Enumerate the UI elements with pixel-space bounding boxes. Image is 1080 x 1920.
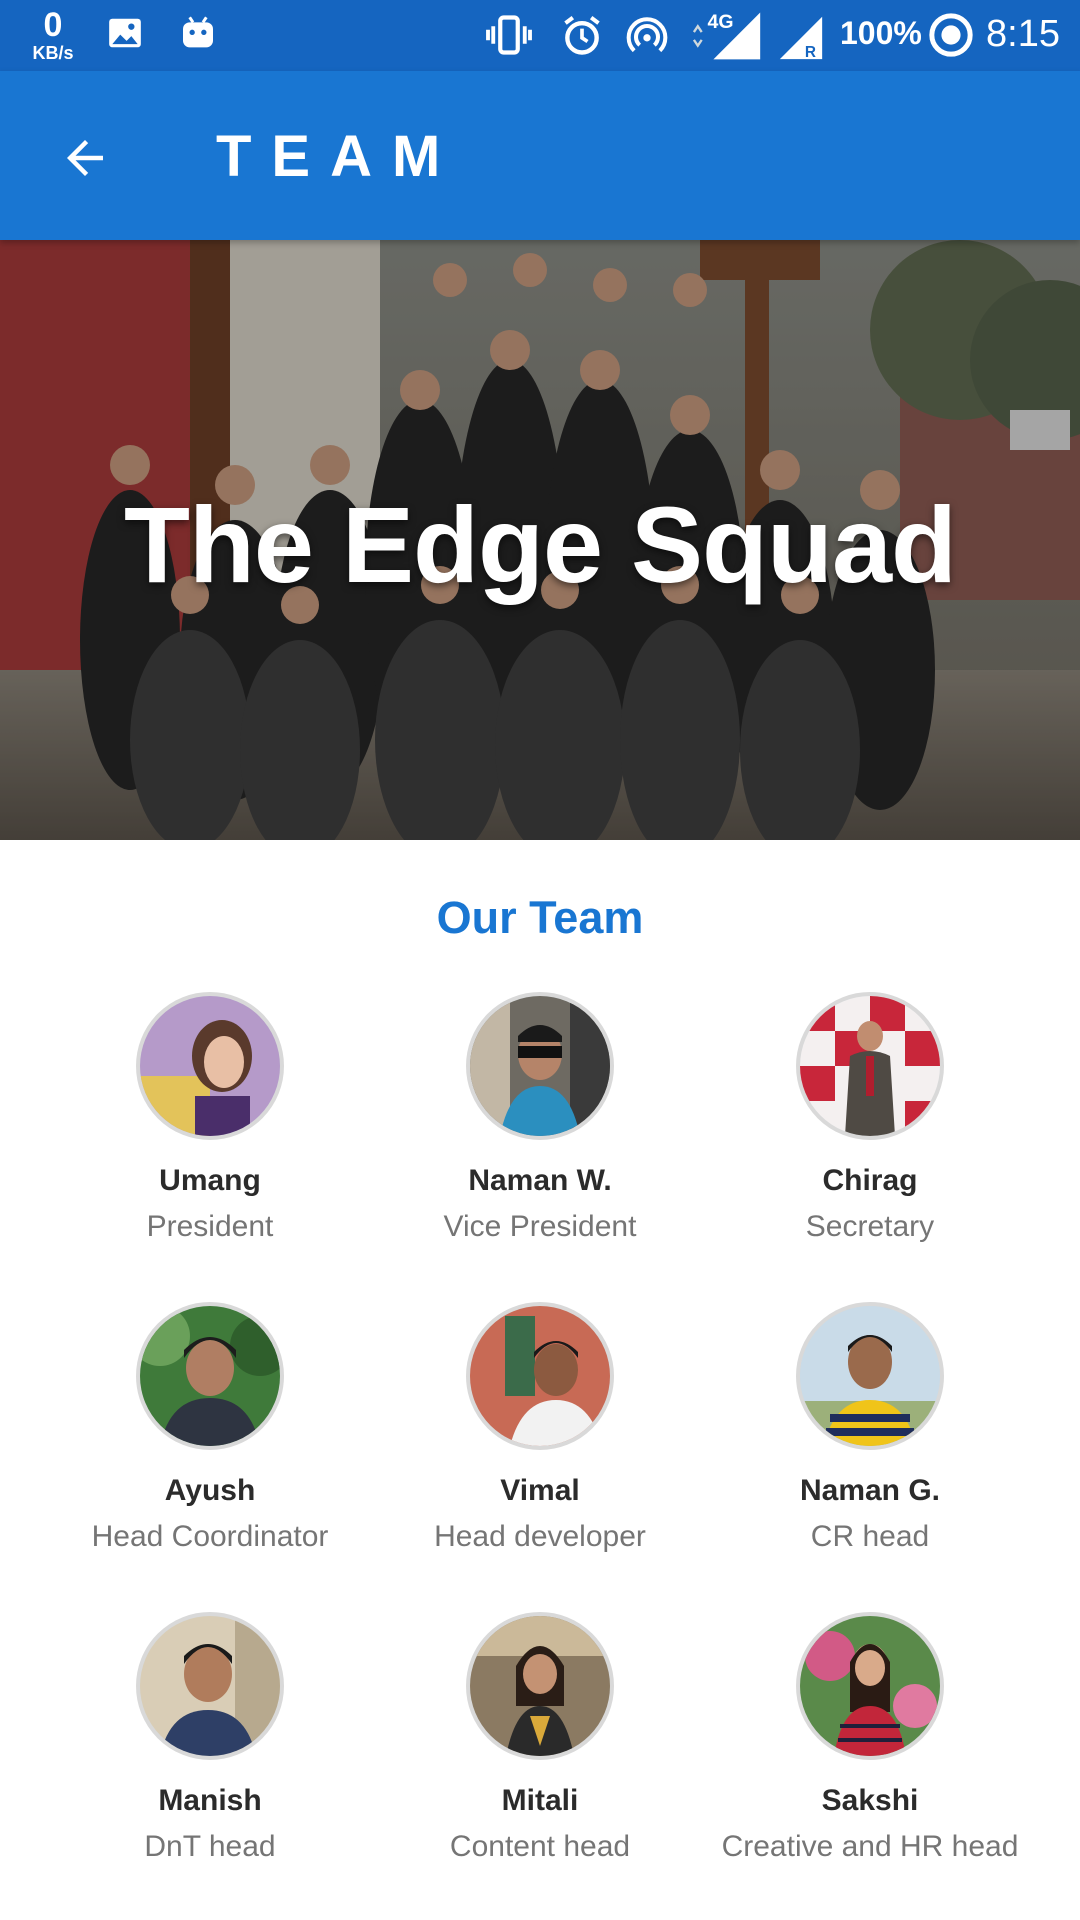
member-name: Chirag (822, 1164, 918, 1197)
team-member-card[interactable]: Naman G. CR head (705, 1302, 1035, 1558)
signal-icon: 4G (690, 8, 768, 65)
back-button[interactable] (46, 121, 124, 199)
team-member-card[interactable]: Sakshi Creative and HR head (705, 1612, 1035, 1868)
member-role: President (146, 1210, 274, 1243)
svg-text:R: R (805, 44, 816, 60)
member-name: Umang (159, 1164, 261, 1197)
hero-title: The Edge Squad (123, 484, 957, 605)
member-role: DnT head (144, 1830, 276, 1863)
team-member-card[interactable]: Chirag Secretary (705, 992, 1035, 1248)
network-speed-unit: KB/s (32, 43, 74, 63)
member-role: Secretary (805, 1210, 935, 1243)
alarm-icon (560, 14, 604, 63)
member-name: Manish (158, 1784, 262, 1817)
member-role: Head Coordinator (91, 1520, 329, 1553)
android-icon (178, 14, 218, 59)
member-role: Content head (449, 1830, 631, 1863)
image-icon (106, 14, 144, 57)
page-title: TEAM (216, 124, 461, 189)
member-name: Sakshi (821, 1784, 919, 1817)
network-speed: 0 KB/s (26, 8, 80, 62)
member-name: Vimal (500, 1474, 580, 1507)
avatar (796, 992, 944, 1140)
member-role: Creative and HR head (721, 1830, 1019, 1863)
avatar (466, 1302, 614, 1450)
status-bar: 0 KB/s 4G R 100% 8:15 (0, 0, 1080, 71)
svg-text:4G: 4G (708, 11, 734, 33)
battery-percent: 100% (840, 15, 922, 51)
battery-saver-icon (928, 12, 974, 63)
arrow-back-icon (58, 131, 112, 190)
hotspot-icon (624, 14, 670, 63)
avatar (466, 1612, 614, 1760)
team-member-card[interactable]: Umang President (45, 992, 375, 1248)
member-role: Vice President (443, 1210, 637, 1243)
team-member-card[interactable]: Naman W. Vice President (375, 992, 705, 1248)
avatar (136, 1302, 284, 1450)
vibrate-icon (486, 14, 532, 61)
team-member-card[interactable]: Ayush Head Coordinator (45, 1302, 375, 1558)
member-name: Ayush (164, 1474, 256, 1507)
hero-banner: The Edge Squad (0, 240, 1080, 840)
avatar (796, 1302, 944, 1450)
member-name: Naman G. (799, 1474, 941, 1507)
team-member-card[interactable]: Vimal Head developer (375, 1302, 705, 1558)
avatar (796, 1612, 944, 1760)
signal-roaming-icon: R (776, 12, 826, 65)
avatar (136, 1612, 284, 1760)
avatar (466, 992, 614, 1140)
member-name: Naman W. (468, 1164, 612, 1197)
clock-time: 8:15 (986, 13, 1060, 55)
member-role: Head developer (434, 1520, 646, 1553)
team-member-card[interactable]: Manish DnT head (45, 1612, 375, 1868)
app-bar: TEAM (0, 71, 1080, 240)
team-member-card[interactable]: Mitali Content head (375, 1612, 705, 1868)
member-name: Mitali (501, 1784, 579, 1817)
member-role: CR head (810, 1520, 930, 1553)
avatar (136, 992, 284, 1140)
network-speed-value: 0 (43, 6, 63, 44)
section-heading: Our Team (436, 892, 644, 943)
